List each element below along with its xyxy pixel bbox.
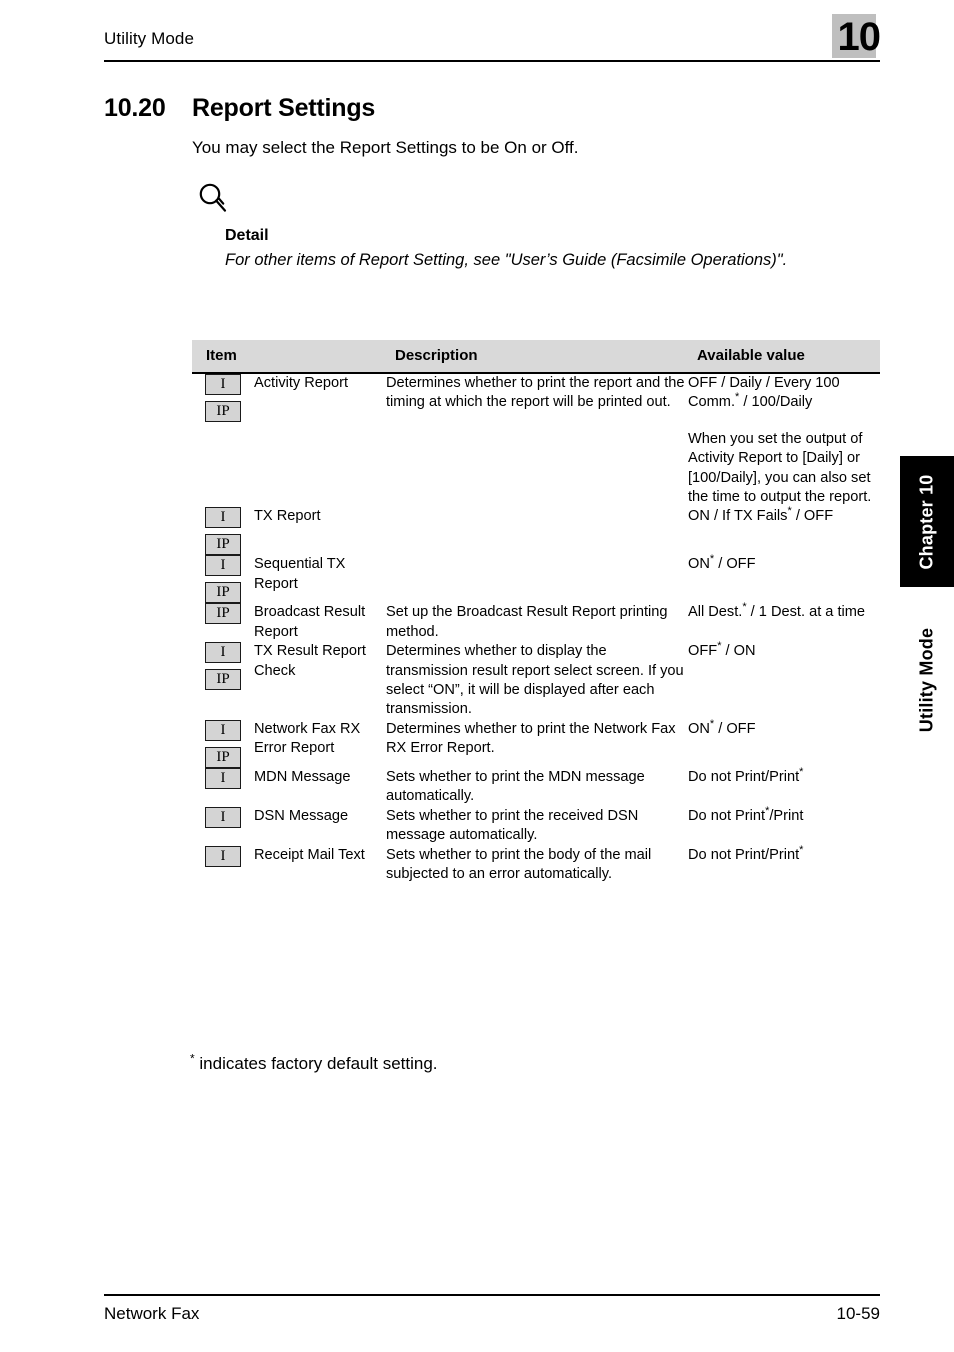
badge-ip: IP [205, 669, 241, 691]
column-header-item: Item [192, 340, 386, 374]
row-badges: I [192, 767, 254, 807]
badge-ip: IP [205, 401, 241, 422]
badge-i: I [205, 767, 241, 789]
badge-ip: IP [205, 746, 241, 768]
badge-i: I [205, 845, 241, 867]
row-value-line1: Do not Print*/Print [688, 804, 804, 824]
row-item-name: TX Result Report Check [254, 643, 366, 679]
row-description: Sets whether to print the body of the ma… [386, 846, 652, 882]
section-number: 10.20 [104, 94, 166, 122]
row-value-line1: ON / If TX Fails* / OFF [688, 505, 834, 525]
row-item-name: Broadcast Result Report [254, 604, 366, 640]
row-value-line1: ON* / OFF [688, 718, 756, 737]
table-row: I DSN Message Sets whether to print the … [192, 804, 880, 846]
row-description: Sets whether to print the received DSN m… [386, 807, 639, 844]
badge-i: I [205, 719, 241, 741]
table-row: I MDN Message Sets whether to print the … [192, 766, 880, 807]
row-badges: I [192, 845, 254, 885]
row-description: Set up the Broadcast Result Report print… [386, 604, 668, 640]
row-item-name: MDN Message [254, 768, 351, 785]
row-value: ON* / OFF [688, 718, 880, 768]
row-badges: I IP [192, 642, 254, 720]
badge-i: I [205, 374, 241, 395]
report-settings-table: Item Description Available value I IP Ac… [192, 340, 880, 884]
badge-ip: IP [205, 534, 241, 556]
row-value: OFF / Daily / Every 100 Comm.* / 100/Dai… [688, 373, 880, 507]
magnifier-icon [196, 182, 230, 216]
row-item-name: Activity Report [254, 375, 349, 391]
footnote-text: indicates factory default setting. [194, 1054, 438, 1073]
row-value: All Dest.* / 1 Dest. at a time [688, 601, 880, 642]
badge-i: I [205, 806, 241, 828]
side-tab-chapter: Chapter 10 [900, 456, 954, 587]
row-description: Determines whether to print the Network … [386, 720, 676, 757]
row-description: Determines whether to display the transm… [386, 643, 684, 718]
intro-paragraph: You may select the Report Settings to be… [192, 138, 579, 157]
row-item-name: DSN Message [254, 807, 349, 824]
footer-divider [104, 1294, 880, 1296]
section-title-text: Report Settings [192, 94, 376, 122]
row-value: ON* / OFF [688, 553, 880, 603]
row-description: Determines whether to print the report a… [386, 375, 685, 411]
table-header-row: Item Description Available value [192, 340, 880, 374]
row-badges: IP [192, 603, 254, 642]
row-badges: I IP [192, 719, 254, 768]
header-divider [104, 60, 880, 62]
badge-i: I [205, 507, 241, 529]
row-badges: I IP [192, 555, 254, 604]
detail-note-title: Detail [225, 227, 269, 244]
row-item-name: Receipt Mail Text [254, 846, 365, 863]
badge-ip: IP [205, 603, 241, 625]
footnote: * indicates factory default setting. [190, 1052, 438, 1076]
side-tab-section: Utility Mode [900, 600, 954, 760]
table-row: IP Broadcast Result Report Set up the Br… [192, 601, 880, 642]
row-value-line1: All Dest.* / 1 Dest. at a time [688, 601, 866, 621]
chapter-number: 10 [837, 15, 881, 59]
table-row: I IP Network Fax RX Error Report Determi… [192, 718, 880, 768]
side-tab-section-label: Utility Mode [916, 627, 937, 733]
table-row: I IP Activity Report Determines whether … [192, 373, 880, 507]
row-value-line1: OFF / Daily / Every 100 Comm.* / 100/Dai… [688, 375, 840, 411]
detail-note-text: For other items of Report Setting, see "… [225, 251, 788, 269]
row-badges: I IP [192, 507, 254, 556]
detail-note: Detail For other items of Report Setting… [225, 224, 885, 273]
column-header-description: Description [386, 340, 688, 374]
row-value-line2: When you set the output of Activity Repo… [688, 430, 872, 506]
row-value-line1: Do not Print/Print* [688, 843, 804, 863]
page-title: 10.20 Report Settings [104, 92, 804, 124]
row-value: OFF* / ON [688, 640, 880, 720]
row-value-line1: OFF* / ON [688, 640, 756, 660]
row-description: Sets whether to print the MDN message au… [386, 768, 645, 805]
row-item-name: Network Fax RX Error Report [254, 720, 361, 757]
footer-page-number: 10-59 [836, 1304, 880, 1323]
row-value-line1: ON* / OFF [688, 553, 756, 573]
row-value: Do not Print/Print* [688, 843, 880, 885]
page-header: Utility Mode 10 [104, 14, 881, 62]
table-row: I IP TX Result Report Check Determines w… [192, 640, 880, 720]
badge-i: I [205, 555, 241, 577]
column-header-value: Available value [688, 340, 880, 374]
footer-document-name: Network Fax [104, 1304, 200, 1323]
table-row: I Receipt Mail Text Sets whether to prin… [192, 843, 880, 885]
row-value-line1: Do not Print/Print* [688, 766, 804, 785]
side-tab-chapter-label: Chapter 10 [916, 473, 937, 570]
row-value: Do not Print/Print* [688, 766, 880, 807]
running-head: Utility Mode [104, 29, 195, 48]
badge-ip: IP [205, 582, 241, 604]
row-value: ON / If TX Fails* / OFF [688, 505, 880, 555]
row-badges: I [192, 806, 254, 846]
row-item-name: TX Report [254, 508, 321, 525]
row-item-name: Sequential TX Report [254, 556, 346, 592]
row-value: Do not Print*/Print [688, 804, 880, 846]
row-badges: I IP [192, 373, 254, 507]
badge-i: I [205, 642, 241, 664]
